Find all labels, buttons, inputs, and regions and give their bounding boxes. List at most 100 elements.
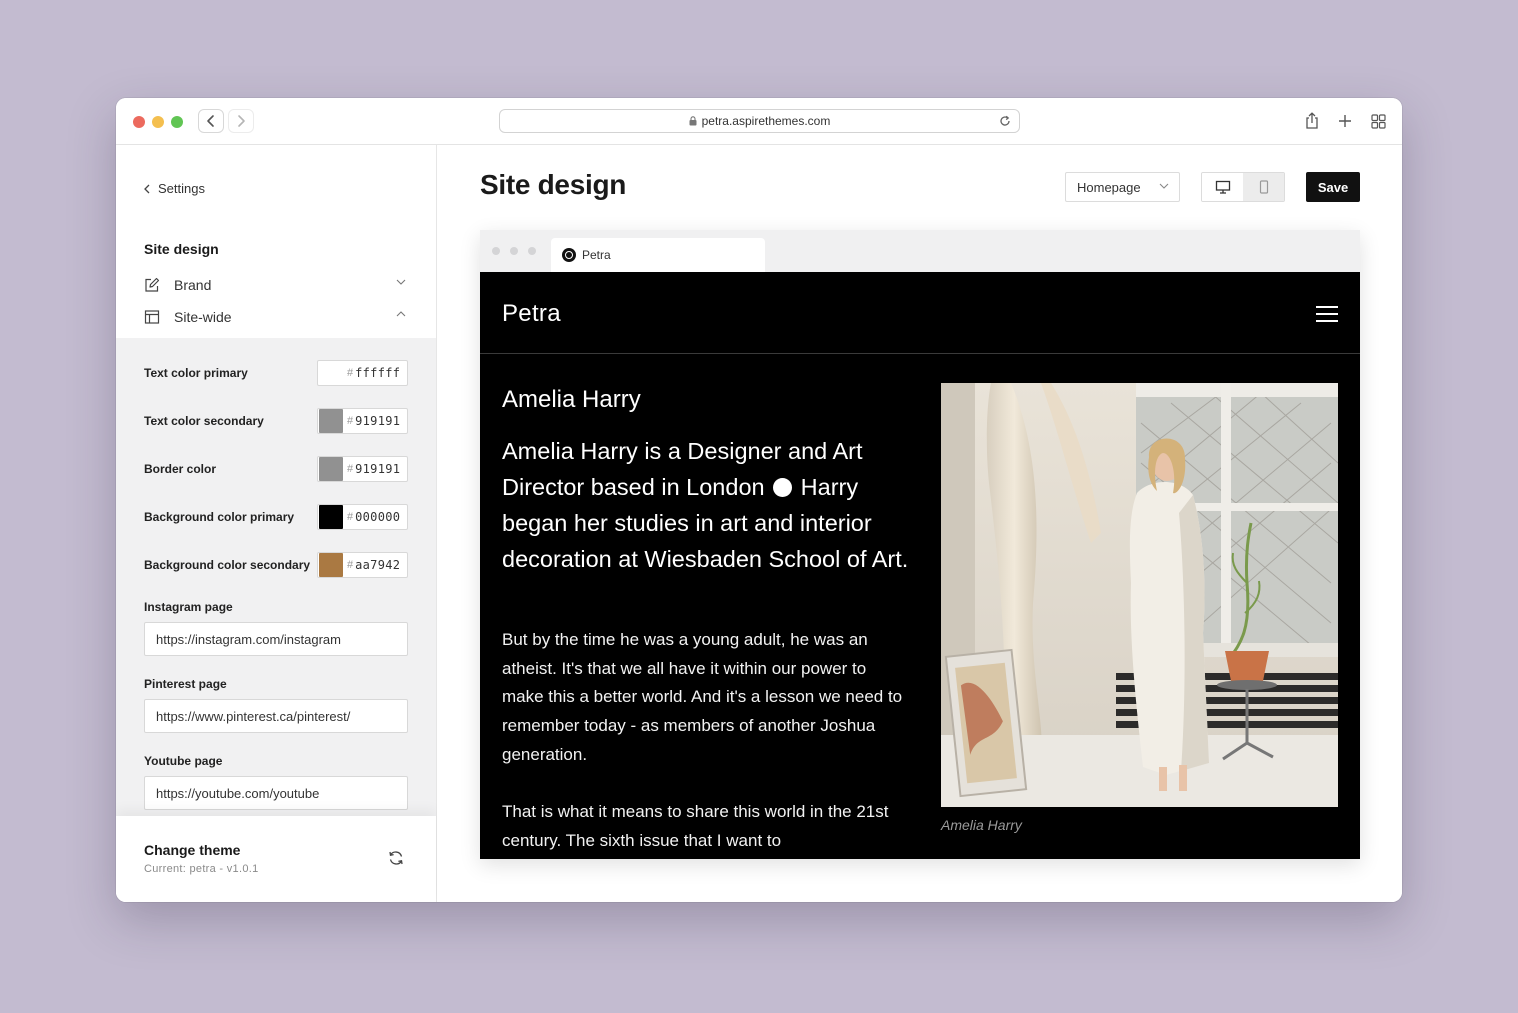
author-name-heading: Amelia Harry	[502, 386, 641, 413]
sidebar-item-brand[interactable]: Brand	[144, 273, 406, 297]
color-setting-label: Background color secondary	[144, 558, 311, 572]
share-icon	[1306, 112, 1318, 129]
settings-sidebar: Settings Site design Brand Site-wide Tex…	[116, 145, 437, 902]
save-button[interactable]: Save	[1306, 172, 1360, 202]
current-theme-label: Current: petra - v1.0.1	[144, 863, 259, 875]
new-tab-button[interactable]	[1334, 110, 1356, 132]
settings-back-link[interactable]: Settings	[144, 181, 205, 196]
color-input[interactable]: # 919191	[317, 408, 408, 434]
instagram-url-input[interactable]: https://instagram.com/instagram	[144, 622, 408, 656]
preview-window-dot	[528, 247, 536, 255]
minimize-window-button[interactable]	[152, 116, 164, 128]
sidebar-item-label: Brand	[174, 277, 212, 293]
site-header: Petra	[480, 272, 1360, 354]
color-setting-label: Border color	[144, 462, 217, 476]
hex-value: 919191	[355, 462, 401, 476]
chevron-down-icon	[396, 279, 406, 285]
author-intro: Amelia Harry is a Designer and Art Direc…	[502, 433, 912, 577]
color-input[interactable]: # 919191	[317, 456, 408, 482]
change-theme-panel[interactable]: Change theme Current: petra - v1.0.1	[116, 816, 436, 902]
browser-window: petra.aspirethemes.com Settings Site des…	[116, 98, 1402, 902]
color-input[interactable]: # ffffff	[317, 360, 408, 386]
hash-prefix: #	[347, 415, 354, 427]
preview-window-dot	[510, 247, 518, 255]
color-setting-bg-secondary: Background color secondary # aa7942	[144, 552, 408, 578]
youtube-field-label: Youtube page	[144, 754, 223, 768]
bio-paragraph: That is what it means to share this worl…	[502, 802, 889, 850]
address-bar[interactable]: petra.aspirethemes.com	[499, 109, 1020, 133]
color-swatch[interactable]	[319, 409, 343, 433]
color-input[interactable]: # 000000	[317, 504, 408, 530]
bio-paragraph: But by the time he was a young adult, he…	[502, 630, 903, 764]
hex-value: ffffff	[355, 366, 401, 380]
youtube-url-input[interactable]: https://youtube.com/youtube	[144, 776, 408, 810]
photo-caption: Amelia Harry	[941, 817, 1022, 833]
sidebar-item-label: Site-wide	[174, 309, 232, 325]
page-select-value: Homepage	[1077, 179, 1141, 195]
lock-icon	[689, 116, 697, 126]
change-theme-title: Change theme	[144, 842, 241, 858]
author-photo	[941, 383, 1338, 807]
page-title: Site design	[480, 169, 627, 200]
preview-window-dot	[492, 247, 500, 255]
color-swatch[interactable]	[319, 505, 343, 529]
back-button[interactable]	[198, 109, 224, 133]
page-select-dropdown[interactable]: Homepage	[1065, 172, 1180, 202]
hash-prefix: #	[347, 463, 354, 475]
color-setting-bg-primary: Background color primary # 000000	[144, 504, 408, 530]
mobile-view-button[interactable]	[1243, 173, 1284, 201]
desktop-icon	[1215, 180, 1230, 194]
color-swatch[interactable]	[319, 553, 343, 577]
reload-icon[interactable]	[998, 114, 1012, 128]
preview-tab: Petra	[551, 238, 765, 272]
color-swatch[interactable]	[319, 457, 343, 481]
color-setting-text-primary: Text color primary # ffffff	[144, 360, 408, 386]
hash-prefix: #	[347, 367, 354, 379]
pinterest-url-input[interactable]: https://www.pinterest.ca/pinterest/	[144, 699, 408, 733]
url-text: petra.aspirethemes.com	[701, 114, 831, 128]
refresh-icon[interactable]	[387, 850, 405, 866]
grid-icon	[1370, 113, 1386, 129]
dot-separator-icon	[773, 478, 793, 497]
color-setting-border: Border color # 919191	[144, 456, 408, 482]
device-toggle	[1201, 172, 1285, 202]
portrait-image	[941, 383, 1338, 807]
color-input[interactable]: # aa7942	[317, 552, 408, 578]
instagram-field-label: Instagram page	[144, 600, 233, 614]
hex-value: aa7942	[355, 558, 401, 572]
preview-site-page: Petra Amelia Harry Amelia Harry is a Des…	[480, 272, 1360, 859]
author-bio: But by the time he was a young adult, he…	[502, 626, 912, 856]
sidebar-item-site-wide[interactable]: Site-wide	[144, 305, 406, 329]
share-button[interactable]	[1301, 110, 1323, 132]
chevron-right-icon	[238, 115, 245, 127]
main-content: Site design Homepage Save Petra Petra Am…	[437, 145, 1402, 902]
sidebar-heading: Site design	[144, 241, 219, 257]
hamburger-menu-icon[interactable]	[1316, 306, 1338, 322]
color-setting-text-secondary: Text color secondary # 919191	[144, 408, 408, 434]
forward-button[interactable]	[228, 109, 254, 133]
hash-prefix: #	[347, 559, 354, 571]
tab-overview-button[interactable]	[1367, 110, 1389, 132]
preview-browser-chrome: Petra	[480, 230, 1360, 272]
close-window-button[interactable]	[133, 116, 145, 128]
pinterest-field-label: Pinterest page	[144, 677, 227, 691]
color-setting-label: Background color primary	[144, 510, 295, 524]
settings-back-label: Settings	[158, 181, 205, 196]
chevron-left-icon	[144, 184, 150, 193]
edit-icon	[144, 277, 160, 293]
layout-icon	[144, 309, 160, 325]
site-wide-settings-panel: Text color primary # ffffff Text color s…	[116, 338, 436, 816]
chevron-left-icon	[207, 115, 214, 127]
chevron-up-icon	[396, 311, 406, 317]
site-logo[interactable]: Petra	[502, 300, 561, 328]
browser-toolbar: petra.aspirethemes.com	[116, 98, 1402, 145]
hex-value: 000000	[355, 510, 401, 524]
hash-prefix: #	[347, 511, 354, 523]
mobile-icon	[1259, 180, 1268, 194]
color-swatch[interactable]	[319, 361, 343, 385]
plus-icon	[1339, 115, 1351, 127]
maximize-window-button[interactable]	[171, 116, 183, 128]
desktop-view-button[interactable]	[1202, 173, 1243, 201]
preview-tab-title: Petra	[582, 248, 611, 262]
hex-value: 919191	[355, 414, 401, 428]
